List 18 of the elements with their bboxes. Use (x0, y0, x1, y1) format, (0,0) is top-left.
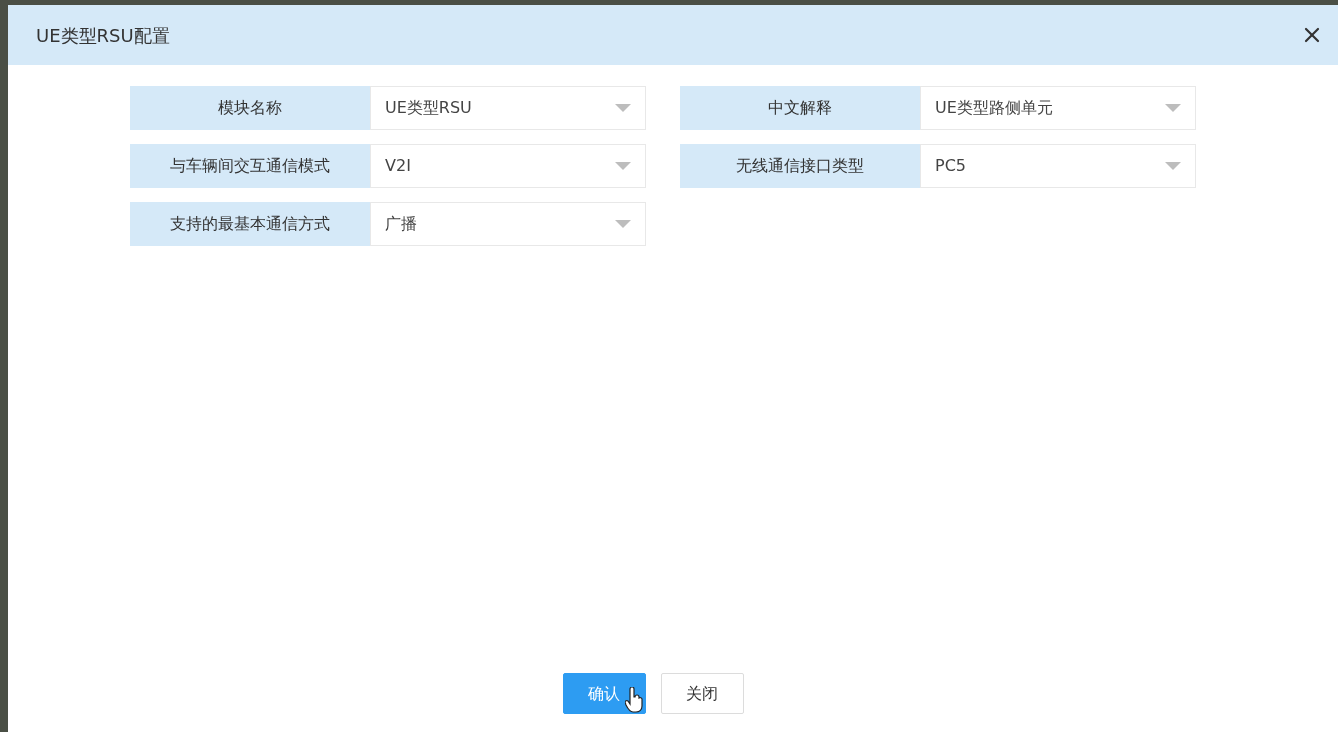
dropdown-arrow-icon (1165, 162, 1181, 170)
select-field[interactable]: PC5 (920, 144, 1196, 188)
dropdown-arrow-icon (1165, 104, 1181, 112)
select-field[interactable]: UE类型RSU (370, 86, 646, 130)
field-label: 中文解释 (680, 86, 920, 130)
dialog-title: UE类型RSU配置 (36, 23, 170, 48)
field-label: 无线通信接口类型 (680, 144, 920, 188)
close-button[interactable]: 关闭 (660, 673, 744, 714)
field-label: 支持的最基本通信方式 (130, 202, 370, 246)
field-label: 与车辆间交互通信模式 (130, 144, 370, 188)
dropdown-arrow-icon (615, 220, 631, 228)
select-field[interactable]: V2I (370, 144, 646, 188)
dropdown-arrow-icon (615, 162, 631, 170)
field-label: 模块名称 (130, 86, 370, 130)
dropdown-arrow-icon (615, 104, 631, 112)
select-field[interactable]: UE类型路侧单元 (920, 86, 1196, 130)
select-field[interactable]: 广播 (370, 202, 646, 246)
hand-cursor-icon (624, 687, 643, 713)
